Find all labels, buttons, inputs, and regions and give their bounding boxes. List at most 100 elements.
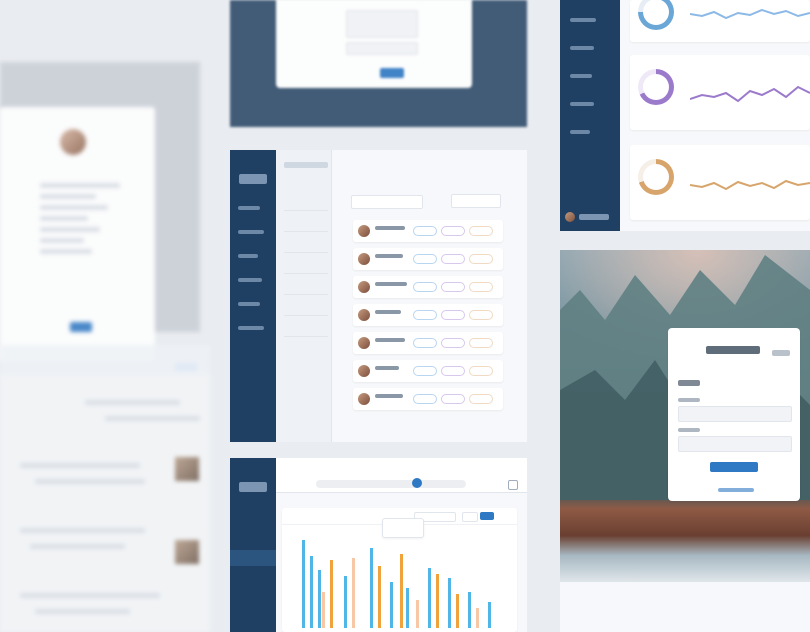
list-row[interactable] bbox=[353, 276, 503, 298]
row-tags bbox=[413, 310, 498, 320]
feed-item[interactable] bbox=[0, 575, 210, 632]
row-avatar bbox=[358, 253, 370, 265]
username-input[interactable] bbox=[678, 406, 792, 422]
password-label bbox=[678, 428, 700, 432]
list-row[interactable] bbox=[353, 248, 503, 270]
tag bbox=[413, 310, 437, 320]
feed-item[interactable] bbox=[0, 510, 210, 575]
tag bbox=[441, 310, 465, 320]
nav-item[interactable] bbox=[238, 230, 264, 234]
profile-dialog bbox=[0, 107, 155, 362]
profile-line bbox=[40, 183, 120, 188]
filter-item[interactable] bbox=[284, 316, 328, 337]
profile-line bbox=[40, 205, 108, 210]
paginator[interactable] bbox=[316, 480, 466, 488]
bar bbox=[476, 608, 479, 628]
chart-toolbar-primary[interactable] bbox=[480, 512, 494, 520]
bar bbox=[344, 576, 347, 628]
bar bbox=[436, 574, 439, 628]
kpi-ring bbox=[638, 69, 674, 105]
search-input[interactable] bbox=[351, 195, 423, 209]
feed-thumbnail bbox=[175, 457, 199, 481]
list-nav-items bbox=[238, 206, 270, 350]
list-row[interactable] bbox=[353, 388, 503, 410]
filter-header bbox=[284, 162, 328, 168]
row-name bbox=[375, 310, 401, 314]
top-dialog bbox=[276, 0, 472, 88]
feed-action[interactable] bbox=[175, 363, 197, 371]
bar bbox=[330, 560, 333, 628]
chart-logo bbox=[239, 482, 267, 492]
row-avatar bbox=[358, 309, 370, 321]
chart-toolbar-button[interactable] bbox=[462, 512, 478, 522]
feed-item[interactable] bbox=[0, 445, 210, 510]
login-button[interactable] bbox=[710, 462, 758, 472]
list-row[interactable] bbox=[353, 220, 503, 242]
settings-icon[interactable] bbox=[508, 480, 518, 490]
list-row[interactable] bbox=[353, 304, 503, 326]
dialog-field-input[interactable] bbox=[346, 10, 418, 38]
dialog-secondary-button[interactable] bbox=[346, 71, 374, 79]
tag bbox=[469, 254, 493, 264]
sidebar-item[interactable] bbox=[570, 74, 592, 78]
tag bbox=[413, 338, 437, 348]
row-tags bbox=[413, 366, 498, 376]
left-profile-dialog-panel bbox=[0, 62, 200, 362]
nav-item[interactable] bbox=[238, 278, 262, 282]
nav-item[interactable] bbox=[238, 326, 264, 330]
tag bbox=[469, 282, 493, 292]
nav-item[interactable] bbox=[238, 206, 260, 210]
sidebar-item[interactable] bbox=[570, 46, 594, 50]
sidebar-item[interactable] bbox=[570, 102, 594, 106]
tag bbox=[469, 310, 493, 320]
profile-avatar bbox=[60, 129, 86, 155]
left-feed-panel bbox=[0, 345, 210, 632]
nav-item[interactable] bbox=[238, 302, 260, 306]
kpi-card[interactable] bbox=[630, 145, 810, 220]
password-input[interactable] bbox=[678, 436, 792, 452]
filter-item[interactable] bbox=[284, 211, 328, 232]
bar bbox=[448, 578, 451, 628]
filter-item[interactable] bbox=[284, 253, 328, 274]
paginator-active-dot[interactable] bbox=[412, 478, 422, 488]
filter-item[interactable] bbox=[284, 295, 328, 316]
language-select[interactable] bbox=[772, 350, 790, 356]
filter-item[interactable] bbox=[284, 274, 328, 295]
tag bbox=[441, 226, 465, 236]
row-avatar bbox=[358, 337, 370, 349]
bar-chart bbox=[302, 540, 491, 628]
nav-item[interactable] bbox=[238, 254, 258, 258]
sidebar-footer-user[interactable] bbox=[565, 212, 615, 224]
kpi-card[interactable] bbox=[630, 55, 810, 130]
bar bbox=[456, 594, 459, 628]
bar bbox=[310, 556, 313, 628]
kpi-sparkline bbox=[690, 85, 810, 103]
row-avatar bbox=[358, 393, 370, 405]
profile-dialog-button[interactable] bbox=[70, 322, 92, 332]
feed-item[interactable] bbox=[0, 390, 210, 445]
list-left-nav bbox=[230, 150, 276, 442]
filter-panel bbox=[276, 150, 332, 442]
bar bbox=[378, 566, 381, 628]
bar bbox=[416, 600, 419, 628]
sort-select[interactable] bbox=[451, 194, 501, 208]
bar bbox=[318, 570, 321, 628]
dialog-field-input[interactable] bbox=[346, 42, 418, 55]
kpi-card[interactable] bbox=[630, 0, 810, 42]
sidebar-item[interactable] bbox=[570, 18, 596, 22]
login-brand bbox=[706, 346, 760, 354]
row-name bbox=[375, 254, 403, 258]
analytics-screen bbox=[560, 0, 810, 231]
sidebar-item[interactable] bbox=[570, 130, 590, 134]
profile-line bbox=[40, 194, 96, 199]
chart-nav-active[interactable] bbox=[230, 550, 276, 566]
tag bbox=[413, 226, 437, 236]
dialog-primary-button[interactable] bbox=[380, 68, 404, 78]
filter-item[interactable] bbox=[284, 190, 328, 211]
row-avatar bbox=[358, 365, 370, 377]
row-avatar bbox=[358, 225, 370, 237]
list-row[interactable] bbox=[353, 360, 503, 382]
forgot-password-link[interactable] bbox=[718, 488, 754, 492]
list-row[interactable] bbox=[353, 332, 503, 354]
filter-item[interactable] bbox=[284, 232, 328, 253]
